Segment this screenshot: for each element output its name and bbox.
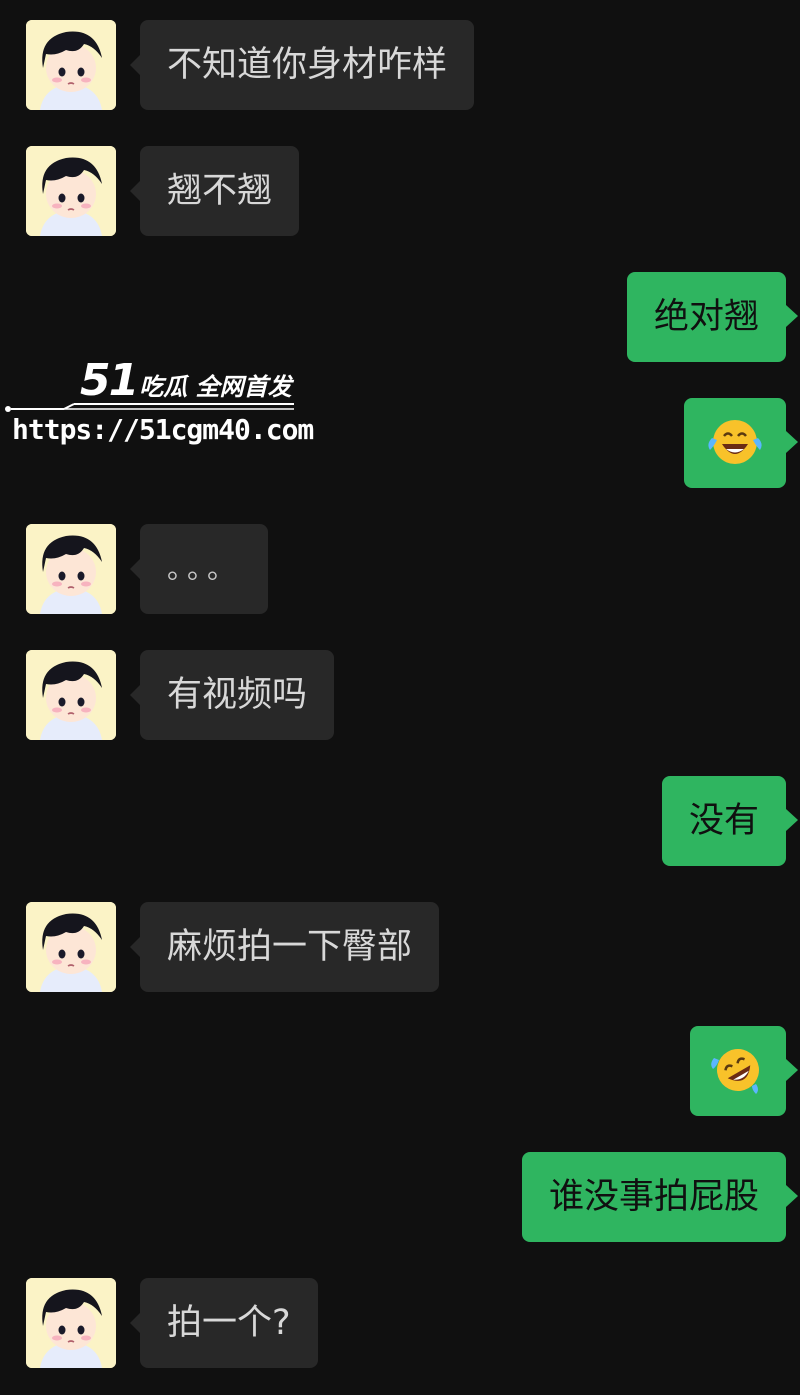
incoming-message-bubble[interactable]: 不知道你身材咋样 — [129, 20, 475, 110]
incoming-message-bubble[interactable]: 。。。 — [129, 524, 269, 614]
cartoon-boy-avatar-icon — [26, 650, 116, 740]
incoming-message-bubble[interactable]: 麻烦拍一下臀部 — [129, 902, 440, 992]
cartoon-boy-avatar-icon — [26, 902, 116, 992]
cartoon-boy-avatar-icon — [26, 1278, 116, 1368]
tears-of-joy-emoji-icon — [708, 420, 762, 464]
watermark: 51吃瓜 全网首发 https://51cgm40.com — [0, 355, 320, 455]
cartoon-boy-avatar-icon — [26, 146, 116, 236]
outgoing-message-bubble[interactable]: 绝对翘 — [626, 272, 799, 362]
contact-avatar[interactable] — [26, 146, 116, 236]
outgoing-message-bubble[interactable] — [684, 398, 798, 488]
outgoing-message-bubble[interactable]: 没有 — [661, 776, 799, 866]
watermark-url: https://51cgm40.com — [12, 413, 314, 446]
watermark-logo-number: 51 — [80, 355, 139, 406]
watermark-logo-text: 吃瓜 全网首发 — [139, 373, 292, 401]
cartoon-boy-avatar-icon — [26, 20, 116, 110]
incoming-message-bubble[interactable]: 拍一个? — [130, 1278, 318, 1368]
contact-avatar[interactable] — [26, 1278, 116, 1368]
rolling-on-floor-laughing-emoji-icon — [711, 1049, 759, 1094]
incoming-message-bubble[interactable]: 翘不翘 — [129, 146, 300, 236]
incoming-message-bubble[interactable]: 有视频吗 — [129, 650, 335, 740]
contact-avatar[interactable] — [26, 20, 116, 110]
cartoon-boy-avatar-icon — [26, 524, 116, 614]
contact-avatar[interactable] — [26, 524, 116, 614]
outgoing-message-bubble[interactable]: 谁没事拍屁股 — [521, 1152, 799, 1242]
outgoing-message-bubble[interactable] — [690, 1026, 798, 1116]
watermark-logo: 51吃瓜 全网首发 — [80, 355, 292, 406]
contact-avatar[interactable] — [26, 650, 116, 740]
contact-avatar[interactable] — [26, 902, 116, 992]
